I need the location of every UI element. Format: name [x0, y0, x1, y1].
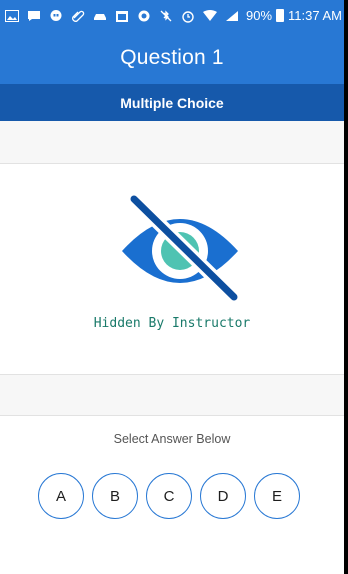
image-icon: [4, 9, 20, 23]
question-type-label: Multiple Choice: [120, 94, 224, 111]
calendar-icon: [114, 9, 130, 23]
answer-options: A B C D E: [38, 473, 330, 519]
question-type-bar: Multiple Choice: [0, 84, 344, 121]
wifi-icon: [202, 9, 218, 23]
bluetooth-mute-icon: [158, 9, 174, 23]
answer-b-button[interactable]: B: [92, 473, 138, 519]
page-title: Question 1: [120, 45, 224, 69]
answer-c-button[interactable]: C: [146, 473, 192, 519]
question-content: Hidden By Instructor: [0, 165, 344, 374]
eye-slash-icon: [120, 192, 241, 304]
answer-a-button[interactable]: A: [38, 473, 84, 519]
divider-band: [0, 121, 344, 164]
hangouts-icon: [48, 9, 64, 23]
notification-icons: [4, 9, 240, 23]
screen-edge: [344, 0, 348, 574]
divider-band: [0, 374, 344, 416]
answer-prompt: Select Answer Below: [113, 432, 231, 446]
alarm-icon: [180, 9, 196, 23]
sync-icon: [136, 9, 152, 23]
battery-icon: [276, 9, 285, 22]
status-bar: 90% 11:37 AM: [0, 0, 344, 31]
attachment-icon: [70, 9, 86, 23]
hidden-status-text: Hidden By Instructor: [93, 316, 251, 331]
message-icon: [26, 9, 42, 23]
answer-e-button[interactable]: E: [254, 473, 300, 519]
app-screen: 90% 11:37 AM Question 1 Multiple Choice …: [0, 0, 344, 574]
car-icon: [92, 9, 108, 23]
answer-d-button[interactable]: D: [200, 473, 246, 519]
clock: 11:37 AM: [288, 8, 342, 23]
status-right: 90% 11:37 AM: [246, 8, 344, 23]
app-header: Question 1: [0, 31, 344, 84]
signal-icon: [224, 9, 240, 23]
battery-percent: 90%: [246, 8, 273, 23]
